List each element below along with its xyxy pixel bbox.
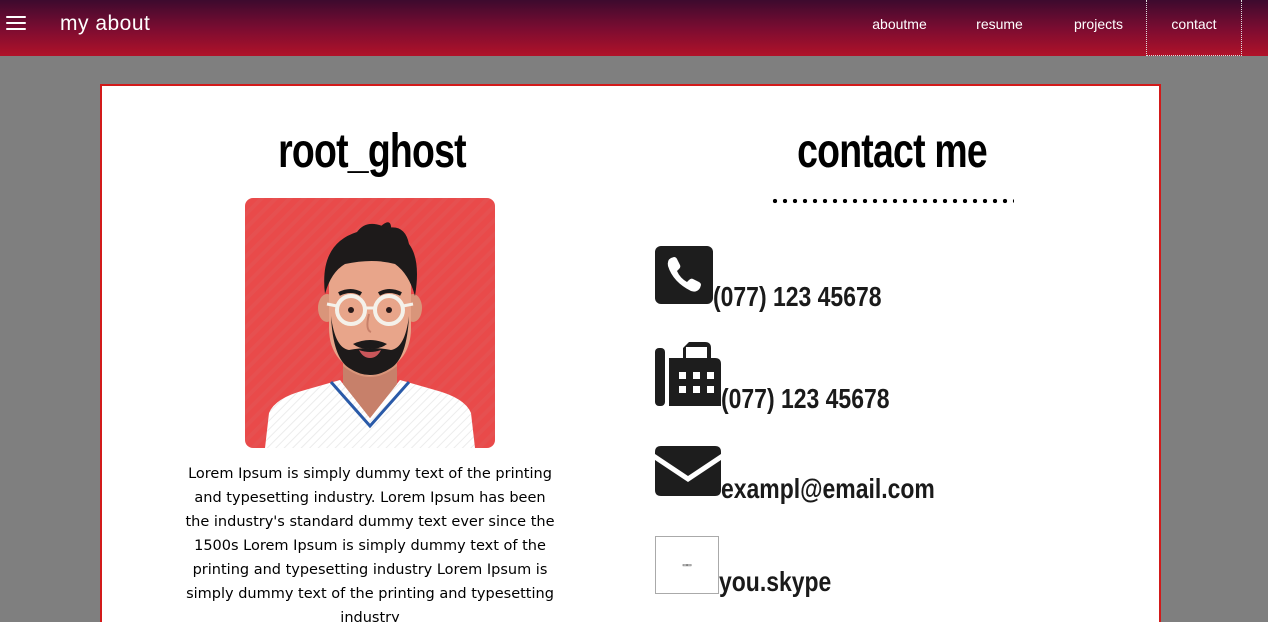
envelope-icon	[655, 446, 721, 501]
contact-heading: contact me	[797, 125, 988, 178]
nav-link-contact[interactable]: contact	[1146, 0, 1242, 56]
avatar-illustration	[245, 198, 495, 448]
profile-name: root_ghost	[278, 125, 466, 178]
contact-row-email: exampl@email.com	[655, 446, 982, 504]
contact-row-fax: (077) 123 45678	[655, 340, 927, 414]
nav-link-resume[interactable]: resume	[948, 0, 1051, 56]
fax-icon	[655, 340, 721, 411]
nav-link-aboutme[interactable]: aboutme	[851, 0, 948, 56]
profile-bio: Lorem Ipsum is simply dummy text of the …	[185, 466, 555, 622]
nav-links: aboutme resume projects contact	[851, 0, 1242, 56]
contact-row-phone: (077) 123 45678	[655, 246, 919, 312]
top-navbar: my about aboutme resume projects contact	[0, 0, 1268, 56]
content-card: root_ghost Lorem Ipsum is simply dummy t…	[100, 84, 1161, 622]
contact-phone-text: (077) 123 45678	[713, 281, 882, 312]
phone-icon	[655, 246, 713, 309]
contact-email-text[interactable]: exampl@email.com	[721, 473, 935, 505]
contact-skype-text[interactable]: you.skype	[719, 566, 831, 598]
broken-image-icon: ▭▭	[655, 536, 719, 594]
avatar	[245, 198, 495, 448]
nav-link-projects[interactable]: projects	[1051, 0, 1146, 56]
hamburger-menu-icon[interactable]	[6, 16, 26, 32]
contact-fax-text: (077) 123 45678	[721, 383, 890, 414]
dotted-divider	[770, 198, 1014, 204]
contact-row-skype: ▭▭ you.skype	[655, 536, 856, 597]
brand-title[interactable]: my about	[60, 12, 150, 36]
